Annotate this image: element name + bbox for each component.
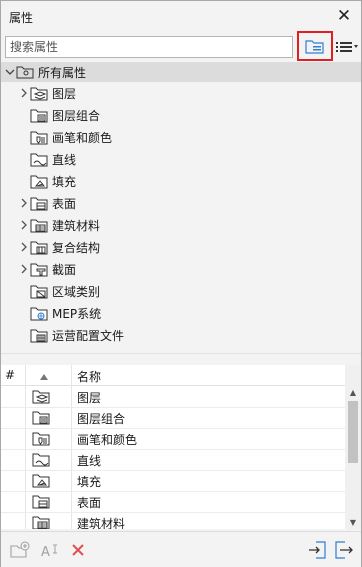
- tree-item-label: 直线: [52, 152, 77, 167]
- new-folder-icon: [10, 541, 30, 558]
- import-button[interactable]: [307, 539, 329, 561]
- table-row[interactable]: 填充: [1, 470, 345, 492]
- zone-category-icon: [29, 283, 49, 299]
- fill-icon: [29, 173, 49, 189]
- tree-item[interactable]: 图层组合: [19, 105, 100, 125]
- export-icon: [335, 541, 353, 559]
- list-view-button[interactable]: [335, 35, 359, 59]
- layers-icon: [31, 388, 51, 404]
- scroll-up-icon[interactable]: ▲: [345, 385, 361, 399]
- operation-profile-icon: [29, 327, 49, 343]
- tree-item[interactable]: 复合结构: [19, 237, 100, 257]
- import-icon: [309, 541, 326, 559]
- table-row[interactable]: 图层: [1, 386, 345, 408]
- rename-text-icon: A: [41, 544, 57, 558]
- tree-item-label: MEP系统: [52, 306, 102, 321]
- table-cell-name: 填充: [77, 475, 102, 489]
- tree-item[interactable]: 区域类别: [19, 281, 100, 301]
- tree-item-label: 复合结构: [52, 240, 101, 255]
- table-cell-name: 图层组合: [77, 412, 126, 426]
- tree-item-label: 图层: [52, 86, 77, 101]
- window-title: 属性: [9, 11, 34, 25]
- tree-item-label: 截面: [52, 262, 77, 277]
- table-scrollbar[interactable]: ▲ ▼: [345, 365, 361, 529]
- tree-item[interactable]: 填充: [19, 171, 76, 191]
- chevron-right-icon[interactable]: [19, 242, 29, 252]
- scroll-down-icon[interactable]: ▼: [345, 515, 361, 529]
- building-material-icon: [31, 514, 51, 529]
- tree-item-label: 区域类别: [52, 284, 101, 299]
- line-type-icon: [29, 151, 49, 167]
- tree-item-label: 图层组合: [52, 108, 101, 123]
- chevron-right-icon[interactable]: [19, 88, 29, 98]
- bottom-toolbar: A: [1, 531, 361, 567]
- table-row[interactable]: 图层组合: [1, 407, 345, 429]
- chevron-right-icon[interactable]: [19, 220, 29, 230]
- table-row[interactable]: 建筑材料: [1, 512, 345, 529]
- close-icon[interactable]: ✕: [333, 5, 355, 27]
- building-material-icon: [29, 217, 49, 233]
- line-type-icon: [31, 451, 51, 467]
- new-folder-button[interactable]: [9, 539, 31, 561]
- table-header: # 名称: [1, 365, 345, 386]
- search-box[interactable]: [5, 36, 293, 58]
- table-cell-name: 表面: [77, 496, 102, 510]
- tree-item[interactable]: 画笔和颜色: [19, 127, 112, 147]
- attribute-table: # 名称 图层图层组合画笔和颜色直线填充表面建筑材料: [1, 365, 345, 529]
- pen-color-icon: [31, 430, 51, 446]
- tree-item-label: 运营配置文件: [52, 328, 125, 343]
- attribute-tree: 所有属性 图层图层组合画笔和颜色直线填充表面建筑材料复合结构截面区域类别 MEP系…: [1, 62, 361, 352]
- table-row[interactable]: 画笔和颜色: [1, 428, 345, 450]
- layer-combination-icon: [31, 409, 51, 425]
- chevron-down-icon[interactable]: [5, 67, 15, 77]
- scroll-thumb[interactable]: [348, 401, 358, 463]
- tree-item-label: 建筑材料: [52, 218, 101, 233]
- column-name[interactable]: 名称: [77, 368, 101, 385]
- search-input[interactable]: [6, 37, 284, 57]
- delete-button[interactable]: [67, 539, 89, 561]
- profile-icon: [29, 261, 49, 277]
- tree-item-label: 填充: [52, 174, 77, 189]
- fill-icon: [31, 472, 51, 488]
- composite-structure-icon: [29, 239, 49, 255]
- search-row: [5, 31, 359, 61]
- table-cell-name: 直线: [77, 454, 102, 468]
- table-cell-name: 画笔和颜色: [77, 433, 138, 447]
- pen-color-icon: [29, 129, 49, 145]
- tree-item[interactable]: 建筑材料: [19, 215, 100, 235]
- tree-item[interactable]: 直线: [19, 149, 76, 169]
- surface-icon: [31, 493, 51, 509]
- title-bar: 属性 ✕: [1, 1, 361, 31]
- layer-combination-icon: [29, 107, 49, 123]
- svg-text:A: A: [41, 545, 50, 558]
- tree-item[interactable]: MEP系统: [19, 303, 101, 323]
- tree-item[interactable]: 截面: [19, 259, 76, 279]
- chevron-right-icon[interactable]: [19, 198, 29, 208]
- tree-root-label: 所有属性: [38, 65, 87, 80]
- surface-icon: [29, 195, 49, 211]
- sort-ascending-icon[interactable]: [39, 370, 49, 384]
- folder-view-button[interactable]: [297, 31, 333, 61]
- tree-item[interactable]: 表面: [19, 193, 76, 213]
- table-cell-name: 图层: [77, 391, 102, 405]
- folder-tree-icon: [305, 40, 324, 54]
- table-row[interactable]: 表面: [1, 491, 345, 513]
- rename-button[interactable]: A: [39, 539, 61, 561]
- column-index[interactable]: #: [5, 368, 15, 382]
- layers-icon: [29, 85, 49, 101]
- attributes-window: 属性 ✕ 搜索属性 所有属性 图层 图层组合 画笔和颜色 直线 填充 表面 建筑…: [0, 0, 362, 567]
- export-button[interactable]: [333, 539, 355, 561]
- tree-root-row[interactable]: 所有属性: [1, 62, 361, 82]
- tree-item-label: 表面: [52, 196, 77, 211]
- tree-item-label: 画笔和颜色: [52, 130, 113, 145]
- table-row[interactable]: 直线: [1, 449, 345, 471]
- delete-x-icon: [72, 544, 84, 556]
- chevron-right-icon[interactable]: [19, 264, 29, 274]
- all-attributes-folder-icon: [15, 64, 35, 80]
- list-menu-icon: [336, 42, 358, 52]
- mep-system-icon: [29, 305, 49, 321]
- tree-item[interactable]: 图层: [19, 83, 76, 103]
- table-cell-name: 建筑材料: [77, 517, 126, 529]
- tree-item[interactable]: 运营配置文件: [19, 325, 124, 345]
